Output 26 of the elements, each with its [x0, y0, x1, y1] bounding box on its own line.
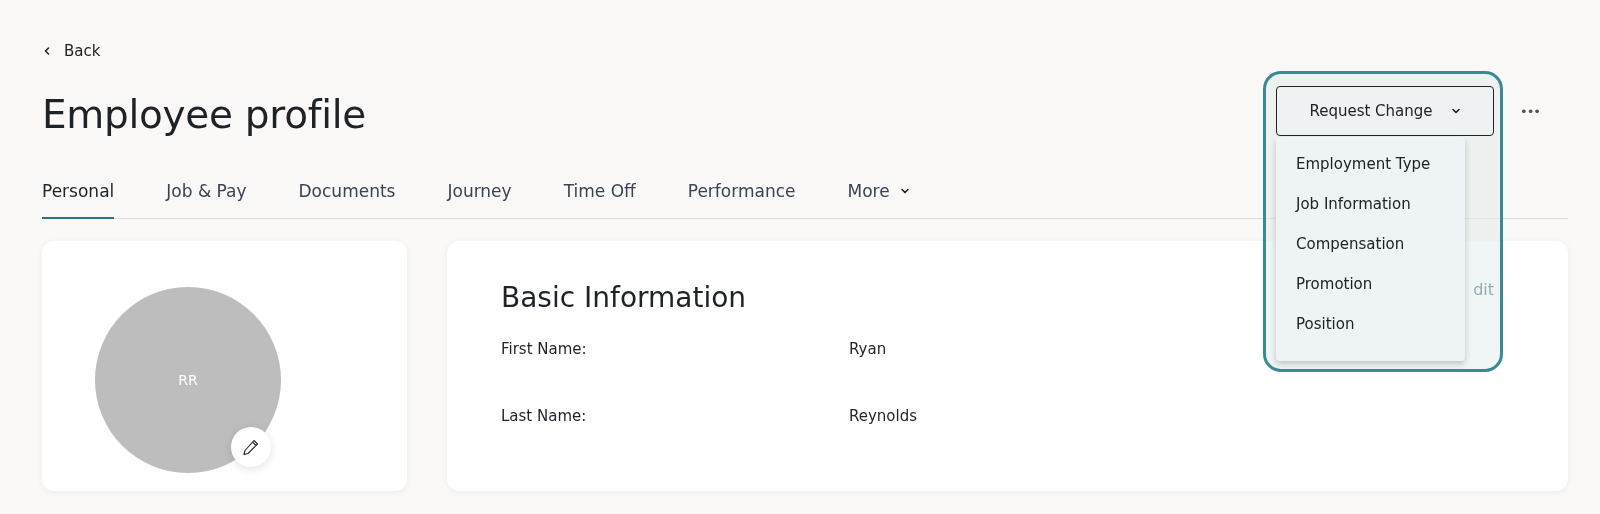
field-value: Ryan [849, 340, 887, 360]
tab[interactable]: Journey [447, 169, 512, 219]
back-link[interactable]: Back [42, 42, 101, 60]
chevron-down-icon [1450, 106, 1461, 116]
field-value: Reynolds [849, 407, 918, 427]
avatar-initials: RR [178, 372, 198, 388]
tab[interactable]: Time Off [563, 169, 636, 219]
section-title: Basic Information [501, 281, 747, 314]
menu-item[interactable]: Position [1276, 309, 1465, 349]
menu-item[interactable]: Compensation [1276, 229, 1465, 269]
menu-item[interactable]: Job Information [1276, 189, 1465, 229]
request-change-button[interactable]: Request Change [1276, 86, 1494, 136]
page-title: Employee profile [42, 92, 366, 137]
tab[interactable]: Performance [687, 169, 796, 219]
tab[interactable]: Personal [42, 169, 115, 219]
chevron-left-icon [42, 46, 52, 56]
edit-photo-button[interactable] [231, 427, 271, 467]
menu-item[interactable]: Employment Type [1276, 149, 1465, 189]
tab[interactable]: More [847, 169, 910, 219]
more-options-button[interactable]: ••• [1520, 86, 1540, 136]
tab[interactable]: Documents [298, 169, 396, 219]
tab[interactable]: Job & Pay [166, 169, 247, 219]
field-label: Last Name: [501, 407, 588, 427]
pencil-icon [242, 438, 260, 456]
field-label: First Name: [501, 340, 588, 360]
menu-item[interactable]: Promotion [1276, 269, 1465, 309]
